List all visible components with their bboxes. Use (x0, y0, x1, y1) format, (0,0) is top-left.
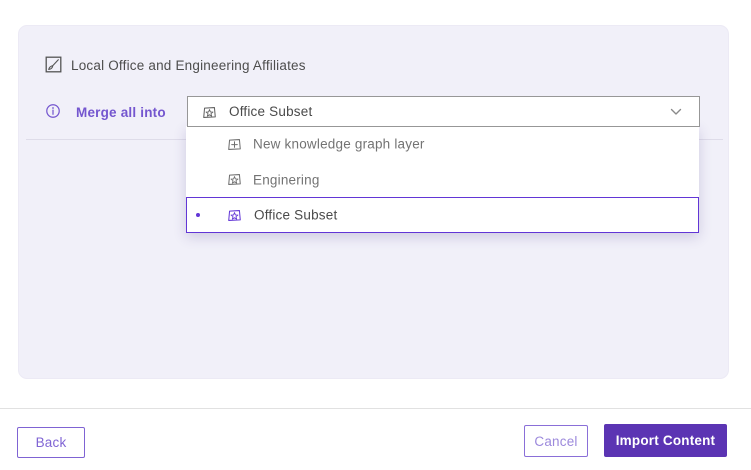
footer-divider (0, 408, 751, 409)
knowledge-graph-layer-icon (226, 171, 243, 188)
source-layer-label: Local Office and Engineering Affiliates (71, 58, 306, 73)
new-knowledge-graph-layer-icon (226, 136, 243, 153)
merge-target-select-value: Office Subset (229, 104, 312, 119)
dropdown-item-label: New knowledge graph layer (253, 137, 425, 152)
dropdown-item-label: Office Subset (254, 208, 337, 223)
merge-target-dropdown-menu: New knowledge graph layer Enginering Off… (186, 126, 699, 233)
import-content-dialog: Local Office and Engineering Affiliates … (0, 0, 751, 470)
cancel-button[interactable]: Cancel (524, 425, 588, 457)
dropdown-item-new-knowledge-graph-layer[interactable]: New knowledge graph layer (186, 126, 699, 162)
back-button[interactable]: Back (17, 427, 85, 458)
selected-bullet-dot (196, 213, 200, 217)
merge-target-select[interactable]: Office Subset (187, 96, 700, 127)
merge-all-into-label: Merge all into (76, 105, 166, 120)
dropdown-item-office-subset-selected[interactable]: Office Subset (186, 197, 699, 233)
sketch-layer-icon (45, 56, 62, 73)
chevron-down-icon (670, 108, 682, 116)
knowledge-graph-layer-icon (226, 207, 243, 224)
dropdown-item-enginering[interactable]: Enginering (186, 162, 699, 197)
dropdown-item-label: Enginering (253, 172, 320, 187)
knowledge-graph-layer-icon (201, 104, 218, 121)
import-content-button[interactable]: Import Content (604, 424, 727, 457)
info-icon (45, 103, 61, 119)
